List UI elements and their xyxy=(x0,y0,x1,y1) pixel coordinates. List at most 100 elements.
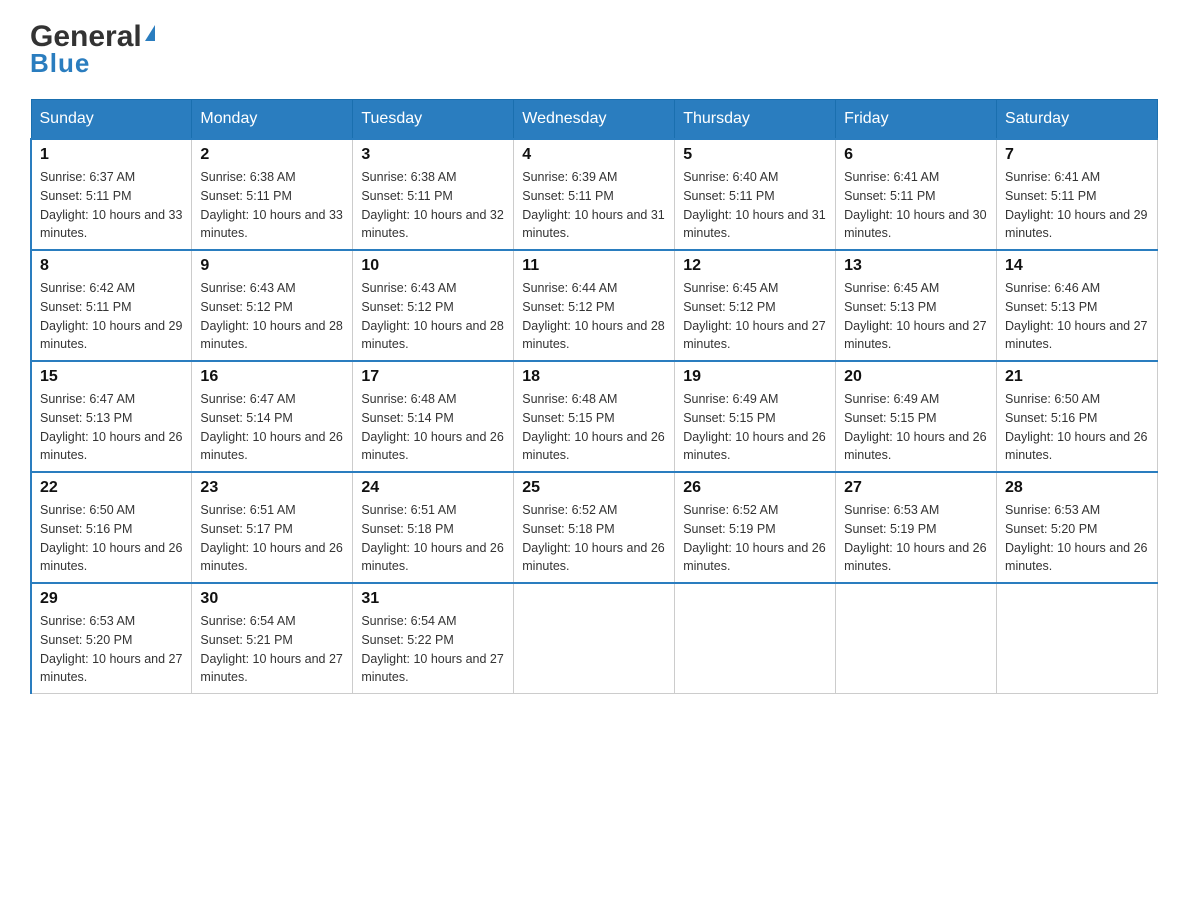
sunset-label: Sunset: 5:14 PM xyxy=(200,411,292,425)
week-row-4: 22 Sunrise: 6:50 AM Sunset: 5:16 PM Dayl… xyxy=(31,472,1158,583)
day-number: 26 xyxy=(683,479,827,497)
calendar-cell: 20 Sunrise: 6:49 AM Sunset: 5:15 PM Dayl… xyxy=(836,361,997,472)
daylight-label: Daylight: 10 hours and 26 minutes. xyxy=(683,430,825,463)
sunrise-label: Sunrise: 6:42 AM xyxy=(40,281,135,295)
header-saturday: Saturday xyxy=(997,100,1158,140)
calendar-cell: 18 Sunrise: 6:48 AM Sunset: 5:15 PM Dayl… xyxy=(514,361,675,472)
day-info: Sunrise: 6:37 AM Sunset: 5:11 PM Dayligh… xyxy=(40,168,183,243)
page-header: General Blue xyxy=(30,20,1158,79)
calendar-cell: 27 Sunrise: 6:53 AM Sunset: 5:19 PM Dayl… xyxy=(836,472,997,583)
daylight-label: Daylight: 10 hours and 31 minutes. xyxy=(522,208,664,241)
day-number: 13 xyxy=(844,257,988,275)
calendar-cell: 2 Sunrise: 6:38 AM Sunset: 5:11 PM Dayli… xyxy=(192,139,353,250)
sunset-label: Sunset: 5:13 PM xyxy=(844,300,936,314)
sunrise-label: Sunrise: 6:53 AM xyxy=(1005,503,1100,517)
sunrise-label: Sunrise: 6:50 AM xyxy=(1005,392,1100,406)
sunrise-label: Sunrise: 6:39 AM xyxy=(522,170,617,184)
week-row-5: 29 Sunrise: 6:53 AM Sunset: 5:20 PM Dayl… xyxy=(31,583,1158,694)
day-info: Sunrise: 6:45 AM Sunset: 5:12 PM Dayligh… xyxy=(683,279,827,354)
sunrise-label: Sunrise: 6:53 AM xyxy=(40,614,135,628)
day-info: Sunrise: 6:41 AM Sunset: 5:11 PM Dayligh… xyxy=(1005,168,1149,243)
calendar-cell xyxy=(514,583,675,694)
header-wednesday: Wednesday xyxy=(514,100,675,140)
day-number: 2 xyxy=(200,146,344,164)
calendar-cell: 13 Sunrise: 6:45 AM Sunset: 5:13 PM Dayl… xyxy=(836,250,997,361)
day-info: Sunrise: 6:54 AM Sunset: 5:22 PM Dayligh… xyxy=(361,612,505,687)
week-row-1: 1 Sunrise: 6:37 AM Sunset: 5:11 PM Dayli… xyxy=(31,139,1158,250)
sunset-label: Sunset: 5:11 PM xyxy=(361,189,453,203)
daylight-label: Daylight: 10 hours and 26 minutes. xyxy=(40,541,182,574)
day-info: Sunrise: 6:47 AM Sunset: 5:13 PM Dayligh… xyxy=(40,390,183,465)
sunrise-label: Sunrise: 6:38 AM xyxy=(200,170,295,184)
daylight-label: Daylight: 10 hours and 26 minutes. xyxy=(361,430,503,463)
daylight-label: Daylight: 10 hours and 26 minutes. xyxy=(40,430,182,463)
day-info: Sunrise: 6:53 AM Sunset: 5:20 PM Dayligh… xyxy=(40,612,183,687)
calendar-cell: 16 Sunrise: 6:47 AM Sunset: 5:14 PM Dayl… xyxy=(192,361,353,472)
day-info: Sunrise: 6:50 AM Sunset: 5:16 PM Dayligh… xyxy=(1005,390,1149,465)
calendar-cell: 22 Sunrise: 6:50 AM Sunset: 5:16 PM Dayl… xyxy=(31,472,192,583)
sunset-label: Sunset: 5:20 PM xyxy=(1005,522,1097,536)
day-number: 31 xyxy=(361,590,505,608)
sunrise-label: Sunrise: 6:46 AM xyxy=(1005,281,1100,295)
daylight-label: Daylight: 10 hours and 28 minutes. xyxy=(361,319,503,352)
day-info: Sunrise: 6:39 AM Sunset: 5:11 PM Dayligh… xyxy=(522,168,666,243)
sunrise-label: Sunrise: 6:53 AM xyxy=(844,503,939,517)
day-info: Sunrise: 6:52 AM Sunset: 5:18 PM Dayligh… xyxy=(522,501,666,576)
sunset-label: Sunset: 5:13 PM xyxy=(40,411,132,425)
sunset-label: Sunset: 5:19 PM xyxy=(844,522,936,536)
sunrise-label: Sunrise: 6:54 AM xyxy=(200,614,295,628)
sunrise-label: Sunrise: 6:54 AM xyxy=(361,614,456,628)
sunset-label: Sunset: 5:21 PM xyxy=(200,633,292,647)
sunrise-label: Sunrise: 6:51 AM xyxy=(200,503,295,517)
sunrise-label: Sunrise: 6:52 AM xyxy=(683,503,778,517)
header-tuesday: Tuesday xyxy=(353,100,514,140)
daylight-label: Daylight: 10 hours and 28 minutes. xyxy=(522,319,664,352)
calendar-cell: 24 Sunrise: 6:51 AM Sunset: 5:18 PM Dayl… xyxy=(353,472,514,583)
daylight-label: Daylight: 10 hours and 27 minutes. xyxy=(200,652,342,685)
day-number: 12 xyxy=(683,257,827,275)
sunset-label: Sunset: 5:18 PM xyxy=(522,522,614,536)
day-info: Sunrise: 6:43 AM Sunset: 5:12 PM Dayligh… xyxy=(361,279,505,354)
day-number: 20 xyxy=(844,368,988,386)
day-info: Sunrise: 6:49 AM Sunset: 5:15 PM Dayligh… xyxy=(683,390,827,465)
sunrise-label: Sunrise: 6:49 AM xyxy=(683,392,778,406)
sunset-label: Sunset: 5:12 PM xyxy=(522,300,614,314)
day-info: Sunrise: 6:54 AM Sunset: 5:21 PM Dayligh… xyxy=(200,612,344,687)
daylight-label: Daylight: 10 hours and 33 minutes. xyxy=(200,208,342,241)
daylight-label: Daylight: 10 hours and 32 minutes. xyxy=(361,208,503,241)
daylight-label: Daylight: 10 hours and 26 minutes. xyxy=(522,430,664,463)
sunrise-label: Sunrise: 6:47 AM xyxy=(200,392,295,406)
day-number: 25 xyxy=(522,479,666,497)
day-info: Sunrise: 6:53 AM Sunset: 5:19 PM Dayligh… xyxy=(844,501,988,576)
day-info: Sunrise: 6:45 AM Sunset: 5:13 PM Dayligh… xyxy=(844,279,988,354)
daylight-label: Daylight: 10 hours and 30 minutes. xyxy=(844,208,986,241)
day-info: Sunrise: 6:38 AM Sunset: 5:11 PM Dayligh… xyxy=(200,168,344,243)
sunset-label: Sunset: 5:17 PM xyxy=(200,522,292,536)
day-number: 28 xyxy=(1005,479,1149,497)
daylight-label: Daylight: 10 hours and 27 minutes. xyxy=(1005,319,1147,352)
sunrise-label: Sunrise: 6:51 AM xyxy=(361,503,456,517)
day-number: 4 xyxy=(522,146,666,164)
day-info: Sunrise: 6:38 AM Sunset: 5:11 PM Dayligh… xyxy=(361,168,505,243)
sunset-label: Sunset: 5:11 PM xyxy=(683,189,775,203)
calendar-cell: 23 Sunrise: 6:51 AM Sunset: 5:17 PM Dayl… xyxy=(192,472,353,583)
sunrise-label: Sunrise: 6:50 AM xyxy=(40,503,135,517)
day-info: Sunrise: 6:51 AM Sunset: 5:17 PM Dayligh… xyxy=(200,501,344,576)
sunrise-label: Sunrise: 6:45 AM xyxy=(844,281,939,295)
sunset-label: Sunset: 5:15 PM xyxy=(683,411,775,425)
daylight-label: Daylight: 10 hours and 28 minutes. xyxy=(200,319,342,352)
day-number: 15 xyxy=(40,368,183,386)
daylight-label: Daylight: 10 hours and 26 minutes. xyxy=(361,541,503,574)
sunset-label: Sunset: 5:16 PM xyxy=(40,522,132,536)
sunrise-label: Sunrise: 6:45 AM xyxy=(683,281,778,295)
sunset-label: Sunset: 5:11 PM xyxy=(200,189,292,203)
logo-triangle-icon xyxy=(145,25,155,41)
calendar-cell: 19 Sunrise: 6:49 AM Sunset: 5:15 PM Dayl… xyxy=(675,361,836,472)
calendar-cell: 14 Sunrise: 6:46 AM Sunset: 5:13 PM Dayl… xyxy=(997,250,1158,361)
day-number: 1 xyxy=(40,146,183,164)
day-number: 29 xyxy=(40,590,183,608)
day-info: Sunrise: 6:43 AM Sunset: 5:12 PM Dayligh… xyxy=(200,279,344,354)
day-number: 24 xyxy=(361,479,505,497)
sunset-label: Sunset: 5:11 PM xyxy=(40,189,132,203)
day-info: Sunrise: 6:48 AM Sunset: 5:14 PM Dayligh… xyxy=(361,390,505,465)
